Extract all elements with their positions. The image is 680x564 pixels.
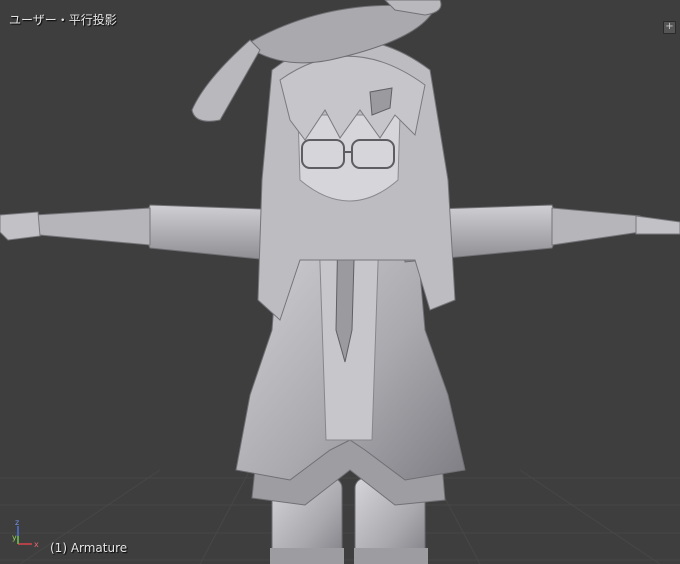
axis-y-label: y [12,533,17,542]
view-mode-label: ユーザー・平行投影 [9,13,117,27]
beret [244,4,436,64]
ear-left [191,39,261,122]
character-model[interactable] [0,0,680,564]
axis-gizmo: z y x [12,518,39,549]
active-object-label: (1) Armature [50,541,128,555]
3d-viewport[interactable]: ユーザー・平行投影 + z y x (1) Armature [0,0,680,564]
region-toggle-button[interactable]: + [663,21,676,34]
axis-x-label: x [34,540,39,549]
axis-z-label: z [15,518,19,527]
